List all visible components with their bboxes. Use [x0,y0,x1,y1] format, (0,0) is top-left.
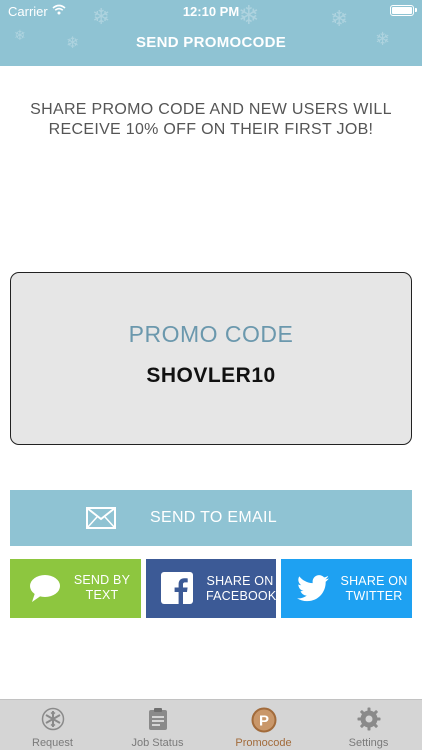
send-to-email-label: SEND TO EMAIL [150,509,277,526]
clock: 12:10 PM [182,4,240,19]
twitter-bird-icon [297,575,329,607]
share-on-twitter-label-line2: TWITTER [345,589,403,603]
send-by-text-label-line1: SEND BY [73,573,131,587]
svg-text:P: P [258,713,268,730]
tab-job-status-label: Job Status [131,737,184,749]
promo-code-label: PROMO CODE [128,321,294,347]
share-on-twitter-label-line1: SHARE ON [340,574,408,588]
gear-icon [357,707,381,736]
tab-request-label: Request [32,737,73,749]
send-to-email-button[interactable]: SEND TO EMAIL [10,490,412,546]
status-bar: Carrier 12:10 PM [0,0,422,22]
share-on-facebook-label-line2: FACEBOOK [206,589,277,603]
tab-promocode-label: Promocode [235,737,292,749]
share-on-facebook-label: SHARE ON FACEBOOK [206,574,277,604]
tab-bar: Request Job Status P Promocode Settings [0,699,422,750]
facebook-icon [161,572,193,609]
send-by-text-label: SEND BY TEXT [72,573,132,603]
header-bar: ❄ ❄ ❄ ❄ ❄ ❄ Carrier 12:10 PM SEND PROMOC… [0,0,422,66]
promo-code-value: SHOVLER10 [146,364,276,387]
tab-job-status[interactable]: Job Status [105,700,210,751]
send-by-text-button[interactable]: SEND BY TEXT [10,559,141,618]
share-on-facebook-button[interactable]: SHARE ON FACEBOOK [146,559,276,618]
envelope-icon [86,507,116,534]
clipboard-icon [148,707,168,736]
tab-promocode[interactable]: P Promocode [211,700,316,751]
tab-request[interactable]: Request [0,700,105,751]
share-on-twitter-label: SHARE ON TWITTER [339,574,409,604]
chat-bubble-icon [28,573,62,608]
snowflake-icon [41,707,65,736]
promo-p-icon: P [251,707,277,738]
page-title: SEND PROMOCODE [135,34,287,51]
tab-settings[interactable]: Settings [316,700,421,751]
battery-icon [390,5,417,16]
share-on-facebook-label-line1: SHARE ON [206,574,274,588]
tab-settings-label: Settings [348,737,389,749]
share-on-twitter-button[interactable]: SHARE ON TWITTER [281,559,412,618]
promo-message: SHARE PROMO CODE AND NEW USERS WILL RECE… [30,101,392,138]
send-by-text-label-line2: TEXT [85,588,119,602]
promo-code-card: PROMO CODE SHOVLER10 [10,272,412,445]
